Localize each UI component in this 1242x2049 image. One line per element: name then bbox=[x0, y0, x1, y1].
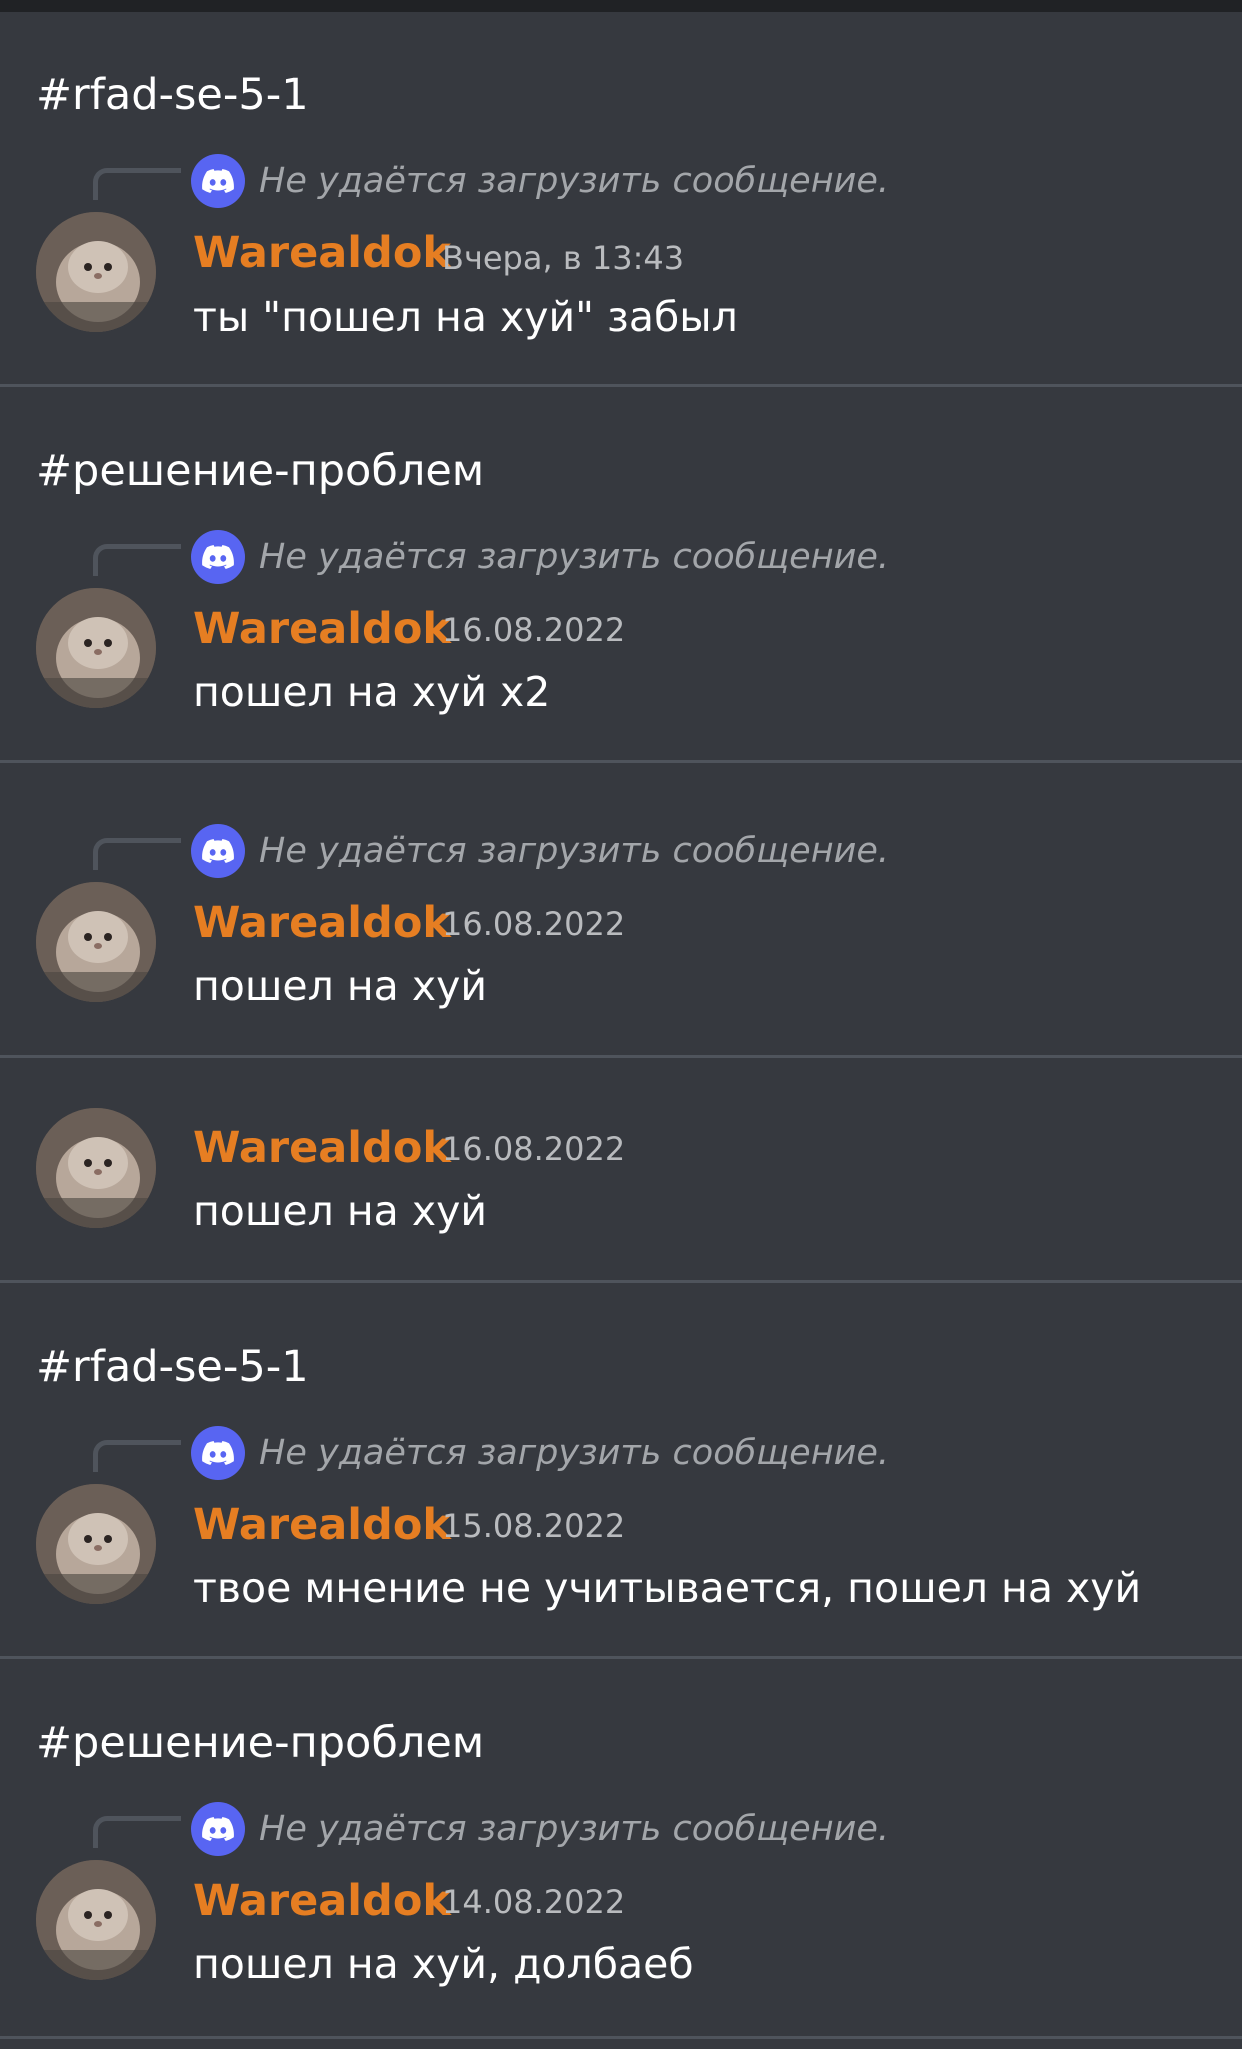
message-section[interactable]: Не удаётся загрузить сообщение. Warealdo… bbox=[0, 763, 1242, 1058]
message-content: пошел на хуй, долбаеб bbox=[193, 1940, 694, 1988]
avatar[interactable] bbox=[36, 588, 156, 708]
avatar[interactable] bbox=[36, 1108, 156, 1228]
avatar[interactable] bbox=[36, 1484, 156, 1604]
reply-preview[interactable]: Не удаётся загрузить сообщение. bbox=[259, 154, 889, 208]
reply-connector bbox=[93, 168, 181, 200]
reply-connector bbox=[93, 1816, 181, 1848]
message-section[interactable]: #решение-проблем Не удаётся загрузить со… bbox=[0, 1659, 1242, 2039]
channel-name[interactable]: #решение-проблем bbox=[36, 1718, 484, 1768]
message-section[interactable]: Warealdok 16.08.2022 пошел на хуй bbox=[0, 1058, 1242, 1283]
author-name[interactable]: Warealdok bbox=[193, 603, 451, 655]
top-bar bbox=[0, 0, 1242, 12]
author-name[interactable]: Warealdok bbox=[193, 1499, 451, 1551]
channel-name[interactable]: #rfad-se-5-1 bbox=[36, 70, 309, 120]
timestamp: 15.08.2022 bbox=[442, 1507, 626, 1545]
timestamp: Вчера, в 13:43 bbox=[442, 239, 685, 277]
avatar[interactable] bbox=[36, 882, 156, 1002]
channel-name[interactable]: #решение-проблем bbox=[36, 446, 484, 496]
discord-icon bbox=[191, 530, 245, 584]
timestamp: 14.08.2022 bbox=[442, 1883, 626, 1921]
reply-connector bbox=[93, 838, 181, 870]
timestamp: 16.08.2022 bbox=[442, 1130, 626, 1168]
message-content: пошел на хуй bbox=[193, 1187, 488, 1235]
message-content: твое мнение не учитывается, пошел на хуй bbox=[193, 1564, 1142, 1612]
author-name[interactable]: Warealdok bbox=[193, 1875, 451, 1927]
reply-connector bbox=[93, 1440, 181, 1472]
timestamp: 16.08.2022 bbox=[442, 611, 626, 649]
discord-icon bbox=[191, 154, 245, 208]
author-name[interactable]: Warealdok bbox=[193, 227, 451, 279]
message-section[interactable]: #rfad-se-5-1 Не удаётся загрузить сообще… bbox=[0, 12, 1242, 387]
reply-connector bbox=[93, 544, 181, 576]
reply-preview[interactable]: Не удаётся загрузить сообщение. bbox=[259, 1426, 889, 1480]
timestamp: 16.08.2022 bbox=[442, 905, 626, 943]
reply-preview[interactable]: Не удаётся загрузить сообщение. bbox=[259, 1802, 889, 1856]
reply-preview[interactable]: Не удаётся загрузить сообщение. bbox=[259, 824, 889, 878]
discord-icon bbox=[191, 1426, 245, 1480]
message-content: пошел на хуй x2 bbox=[193, 668, 551, 716]
author-name[interactable]: Warealdok bbox=[193, 897, 451, 949]
reply-preview[interactable]: Не удаётся загрузить сообщение. bbox=[259, 530, 889, 584]
message-section[interactable]: #rfad-se-5-1 Не удаётся загрузить сообще… bbox=[0, 1283, 1242, 1659]
message-content: пошел на хуй bbox=[193, 962, 488, 1010]
avatar[interactable] bbox=[36, 1860, 156, 1980]
channel-name[interactable]: #rfad-se-5-1 bbox=[36, 1342, 309, 1392]
message-content: ты "пошел на хуй" забыл bbox=[193, 293, 738, 341]
message-feed: #rfad-se-5-1 Не удаётся загрузить сообще… bbox=[0, 0, 1242, 2049]
message-section[interactable]: #решение-проблем Не удаётся загрузить со… bbox=[0, 387, 1242, 763]
avatar[interactable] bbox=[36, 212, 156, 332]
discord-icon bbox=[191, 1802, 245, 1856]
discord-icon bbox=[191, 824, 245, 878]
author-name[interactable]: Warealdok bbox=[193, 1122, 451, 1174]
